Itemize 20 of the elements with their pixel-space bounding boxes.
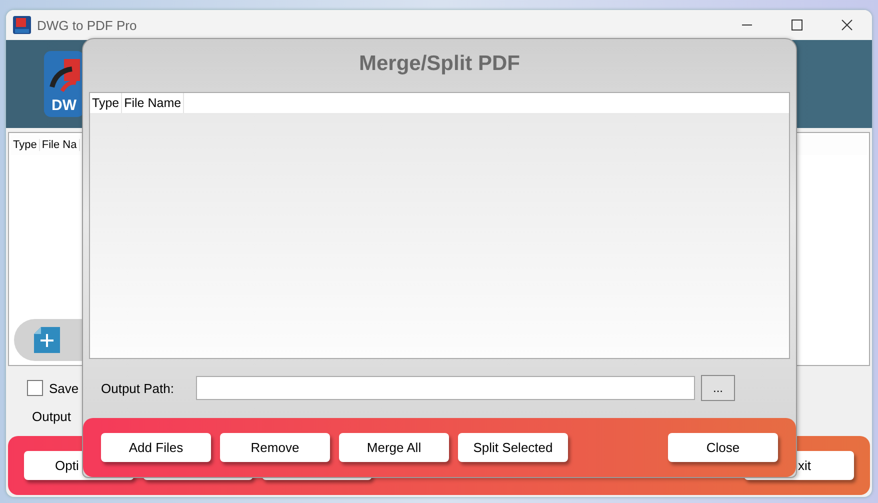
dialog-title: Merge/Split PDF	[358, 51, 522, 77]
dialog-button[interactable]: Close	[668, 433, 778, 462]
column-header[interactable]: File Name	[122, 93, 184, 113]
column-header[interactable]: Type	[11, 139, 40, 151]
window-title: DWG to PDF Pro	[37, 18, 137, 32]
save-checkbox[interactable]	[27, 380, 43, 396]
column-header[interactable]: File Na	[40, 139, 80, 151]
output-path-label: Output Path:	[101, 380, 175, 396]
output-path-field[interactable]	[196, 376, 695, 400]
checkbox-label: Save	[49, 380, 79, 396]
app-icon	[13, 16, 31, 34]
dialog-button[interactable]: Add Files	[101, 433, 211, 462]
app-logo: DW	[44, 51, 84, 117]
add-file-icon[interactable]	[34, 327, 60, 353]
browse-button[interactable]: ...	[701, 375, 735, 401]
output-label: Output	[32, 409, 72, 424]
column-header[interactable]: Type	[90, 93, 122, 113]
dialog-button[interactable]: Remove	[220, 433, 330, 462]
dialog-button[interactable]: Split Selected	[458, 433, 568, 462]
dialog-button[interactable]: Merge All	[339, 433, 449, 462]
